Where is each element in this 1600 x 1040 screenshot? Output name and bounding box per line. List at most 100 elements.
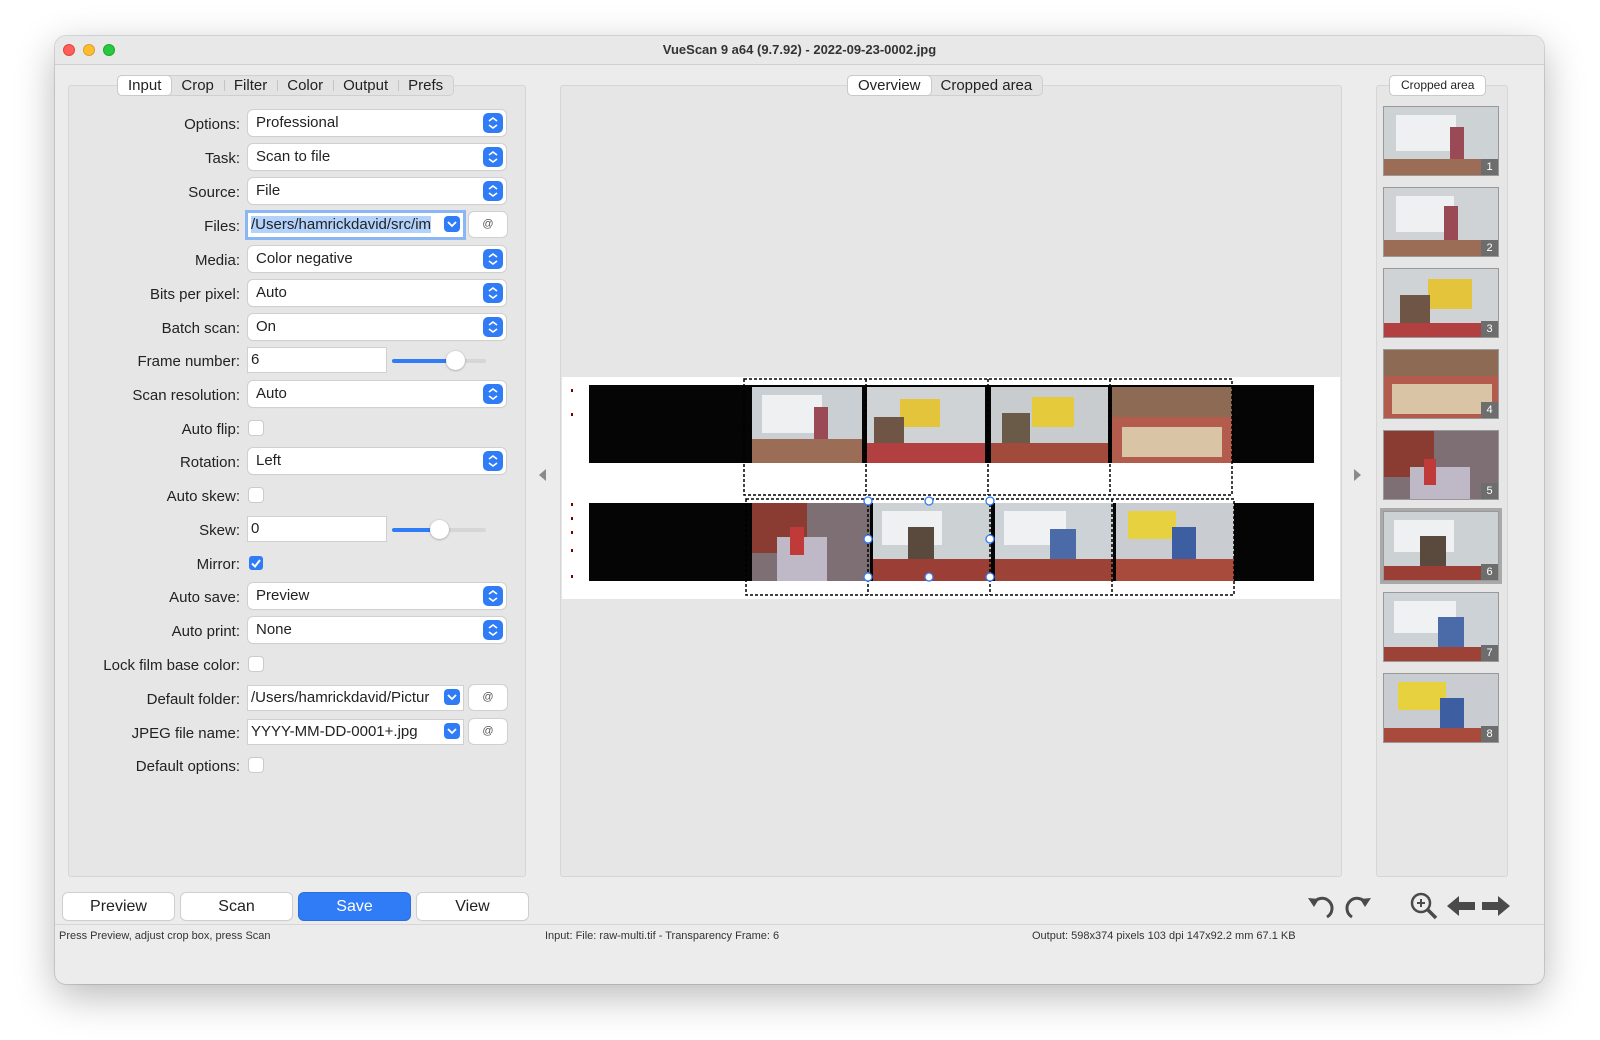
arrow-left-icon[interactable] [1445, 892, 1477, 925]
tab-output[interactable]: Output [333, 76, 398, 95]
thumbnail[interactable]: 2 [1383, 187, 1499, 257]
thumbnail-selected[interactable]: 6 [1380, 508, 1502, 584]
scan-button[interactable]: Scan [181, 893, 292, 920]
jpeg-name-combo[interactable]: YYYY-MM-DD-0001+.jpg [248, 720, 463, 744]
files-combo[interactable]: /Users/hamrickdavid/src/im [248, 213, 463, 237]
lockfilm-checkbox[interactable] [249, 657, 263, 671]
chevron-updown-icon [483, 384, 503, 404]
batch-row: Batch scan: On [55, 314, 535, 342]
batch-select[interactable]: On [248, 314, 506, 340]
defaultopts-checkbox[interactable] [249, 758, 263, 772]
chevron-right-icon[interactable] [1353, 468, 1363, 487]
thumbnail[interactable]: 3 [1383, 268, 1499, 338]
resolution-value: Auto [256, 385, 287, 402]
app-window: VueScan 9 a64 (9.7.92) - 2022-09-23-0002… [55, 36, 1544, 984]
chevron-left-icon[interactable] [537, 468, 547, 487]
options-select[interactable]: Professional [248, 110, 506, 136]
autoskew-label: Auto skew: [166, 488, 240, 505]
defaultopts-row: Default options: [55, 752, 535, 780]
resolution-select[interactable]: Auto [248, 381, 506, 407]
chevron-down-icon[interactable] [444, 723, 460, 739]
zoom-in-icon[interactable] [1408, 890, 1440, 927]
skew-input[interactable]: 0 [248, 517, 386, 541]
film-strip-preview[interactable] [562, 377, 1340, 599]
jpeg-browse-button[interactable]: @ [469, 719, 507, 744]
tab-prefs[interactable]: Prefs [398, 76, 453, 95]
frame-row: Frame number: 6 [55, 347, 535, 375]
mirror-checkbox[interactable] [249, 556, 263, 570]
autoflip-checkbox[interactable] [249, 421, 263, 435]
chevron-down-icon[interactable] [444, 216, 460, 232]
source-value: File [256, 182, 281, 199]
source-label: Source: [188, 184, 240, 201]
source-select[interactable]: File [248, 178, 506, 204]
options-label: Options: [184, 116, 240, 133]
source-row: Source: File [55, 178, 535, 206]
title-bar: VueScan 9 a64 (9.7.92) - 2022-09-23-0002… [55, 36, 1544, 65]
undo-icon[interactable] [1305, 890, 1337, 927]
frame-number-slider[interactable] [392, 351, 486, 370]
chevron-updown-icon [483, 451, 503, 471]
resolution-label: Scan resolution: [132, 387, 240, 404]
default-folder-value: /Users/hamrickdavid/Pictur [251, 689, 430, 706]
tab-cropped-area[interactable]: Cropped area [931, 76, 1043, 95]
autoskew-row: Auto skew: [55, 482, 535, 510]
frame-number-input[interactable]: 6 [248, 348, 386, 372]
chevron-updown-icon [483, 249, 503, 269]
rotation-row: Rotation: Left [55, 448, 535, 476]
batch-value: On [256, 318, 277, 335]
thumbnail[interactable]: 4 [1383, 349, 1499, 419]
autoprint-select[interactable]: None [248, 617, 506, 643]
lockfilm-row: Lock film base color: [55, 651, 535, 679]
slider-knob[interactable] [430, 520, 449, 539]
task-label: Task: [204, 150, 240, 167]
files-row: Files: /Users/hamrickdavid/src/im @ [55, 212, 535, 240]
tab-filter[interactable]: Filter [223, 76, 277, 95]
rotation-value: Left [256, 452, 282, 469]
defaultopts-label: Default options: [135, 758, 240, 775]
chevron-updown-icon [483, 113, 503, 133]
tab-input[interactable]: Input [118, 76, 172, 95]
chevron-down-icon[interactable] [444, 689, 460, 705]
media-row: Media: Color negative [55, 246, 535, 274]
status-middle: Input: File: raw-multi.tif - Transparenc… [545, 930, 780, 942]
jpeg-name-value: YYYY-MM-DD-0001+.jpg [251, 723, 418, 740]
autosave-select[interactable]: Preview [248, 583, 506, 609]
thumbnail[interactable]: 5 [1383, 430, 1499, 500]
files-browse-button[interactable]: @ [469, 212, 507, 237]
task-select[interactable]: Scan to file [248, 144, 506, 170]
tab-crop[interactable]: Crop [171, 76, 224, 95]
media-label: Media: [194, 252, 240, 269]
status-left: Press Preview, adjust crop box, press Sc… [59, 930, 271, 942]
preview-button[interactable]: Preview [63, 893, 174, 920]
autoprint-value: None [256, 621, 292, 638]
batch-label: Batch scan: [161, 320, 240, 337]
view-button[interactable]: View [417, 893, 528, 920]
default-folder-combo[interactable]: /Users/hamrickdavid/Pictur [248, 686, 463, 710]
arrow-right-icon[interactable] [1480, 892, 1512, 925]
thumbnail[interactable]: 8 [1383, 673, 1499, 743]
save-button[interactable]: Save [299, 893, 410, 920]
thumbnail-number: 8 [1481, 726, 1498, 742]
tab-thumbnails-cropped-area[interactable]: Cropped area [1390, 76, 1486, 95]
center-tab-bar: Overview Cropped area [847, 75, 1044, 96]
redo-icon[interactable] [1342, 890, 1374, 927]
slider-knob[interactable] [446, 351, 465, 370]
status-bar [55, 924, 1544, 945]
autosave-row: Auto save: Preview [55, 583, 535, 611]
thumbnail[interactable]: 7 [1383, 592, 1499, 662]
autoskew-checkbox[interactable] [249, 488, 263, 502]
bits-select[interactable]: Auto [248, 280, 506, 306]
media-value: Color negative [256, 250, 353, 267]
chevron-updown-icon [483, 181, 503, 201]
tab-overview[interactable]: Overview [848, 76, 931, 95]
thumbnail-number: 6 [1481, 564, 1498, 580]
skew-slider[interactable] [392, 520, 486, 539]
thumbnail[interactable]: 1 [1383, 106, 1499, 176]
folder-row: Default folder: /Users/hamrickdavid/Pict… [55, 685, 535, 713]
rotation-select[interactable]: Left [248, 448, 506, 474]
folder-browse-button[interactable]: @ [469, 685, 507, 710]
bits-label: Bits per pixel: [149, 286, 240, 303]
tab-color[interactable]: Color [277, 76, 333, 95]
media-select[interactable]: Color negative [248, 246, 506, 272]
